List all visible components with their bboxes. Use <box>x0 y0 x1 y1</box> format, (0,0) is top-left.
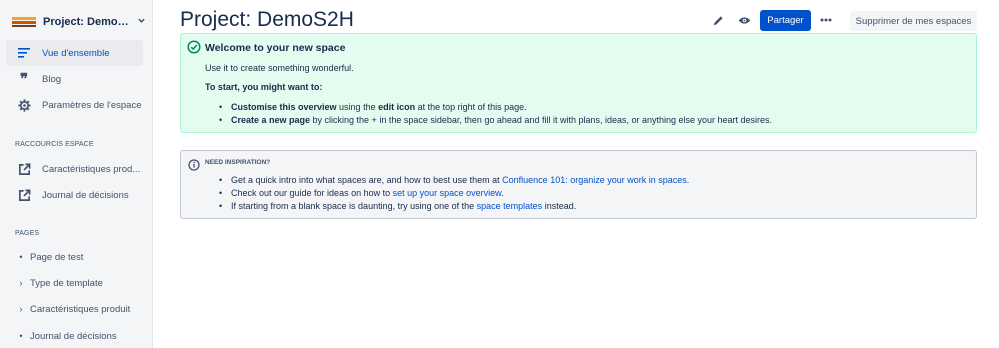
inline-text: . <box>501 188 504 198</box>
bullet-icon: • <box>19 252 23 262</box>
shortcuts-section-title: RACCOURCIS ESPACE <box>15 141 94 148</box>
remove-from-my-spaces-button[interactable]: Supprimer de mes espaces <box>850 11 977 31</box>
overview-icon <box>14 48 34 58</box>
page-tree-label: Page de test <box>30 251 84 263</box>
page-tree-label: Caractéristiques produit <box>30 303 131 315</box>
chevron-right-icon[interactable]: › <box>14 304 28 314</box>
welcome-panel: Welcome to your new space Use it to crea… <box>180 33 977 133</box>
sidebar-item-label: Blog <box>42 73 62 85</box>
space-templates-link[interactable]: space templates <box>477 201 543 211</box>
shortcut-item-label: Caractéristiques prod... <box>42 163 141 175</box>
inline-text: using the <box>336 102 379 112</box>
page-title: Project: DemoS2H <box>180 8 354 31</box>
info-icon <box>188 158 200 171</box>
sidebar-item-overview[interactable]: Vue d'ensemble <box>6 40 143 66</box>
start-heading: To start, you might want to: <box>205 82 323 92</box>
check-circle-icon <box>187 40 201 54</box>
inline-text: by clicking the + in the space sidebar, … <box>310 115 773 125</box>
shortcut-item-product-specs[interactable]: Caractéristiques prod... <box>6 156 143 182</box>
edit-pencil-icon[interactable] <box>709 12 727 28</box>
list-item: • Check out our guide for ideas on how to… <box>219 188 504 198</box>
inline-text: Check out our guide for ideas on how to <box>231 188 393 198</box>
confluence-101-link[interactable]: Confluence 101: organize your work in sp… <box>502 175 687 185</box>
page-tree-label: Type de template <box>30 277 103 289</box>
space-switcher[interactable]: Project: DemoS... <box>8 10 146 34</box>
welcome-text: Use it to create something wonderful. <box>205 63 354 73</box>
sidebar: Project: DemoS... Vue d'ensemble ❞ Blog … <box>0 0 153 348</box>
more-actions-icon[interactable] <box>817 12 835 28</box>
strong-text: Create a new page <box>231 115 311 125</box>
inspiration-panel: NEED INSPIRATION? • Get a quick intro int… <box>180 150 977 219</box>
external-link-icon <box>14 189 34 202</box>
inline-text: Get a quick intro into what spaces are, … <box>231 175 503 185</box>
page-tree-label: Journal de décisions <box>30 330 117 342</box>
sidebar-item-space-settings[interactable]: Paramètres de l'espace <box>6 92 143 118</box>
sidebar-item-label: Paramètres de l'espace <box>42 99 142 111</box>
page-tree-item[interactable]: • Page de test <box>6 247 143 267</box>
strong-text: edit icon <box>378 102 416 112</box>
space-name: Project: DemoS... <box>43 16 131 28</box>
setup-overview-link[interactable]: set up your space overview <box>393 188 502 198</box>
list-item: • Customise this overview using the edit … <box>219 102 527 112</box>
page-tree-item[interactable]: › Type de template <box>6 273 143 293</box>
list-item: • Create a new page by clicking the + in … <box>219 115 773 125</box>
share-button[interactable]: Partager <box>760 10 811 31</box>
quote-icon: ❞ <box>19 70 29 88</box>
chevron-down-icon[interactable] <box>137 16 146 28</box>
bullet-icon: • <box>19 331 23 341</box>
inline-text: If starting from a blank space is daunti… <box>231 201 477 211</box>
list-item: • If starting from a blank space is daunt… <box>219 201 577 211</box>
sidebar-item-blog[interactable]: ❞ Blog <box>6 66 143 92</box>
gear-icon <box>14 98 34 112</box>
watch-eye-icon[interactable] <box>735 12 753 28</box>
shortcut-item-label: Journal de décisions <box>42 189 129 201</box>
inline-text: at the top right of this page. <box>415 102 527 112</box>
page-tree-item[interactable]: › Caractéristiques produit <box>6 299 143 319</box>
inspiration-title: NEED INSPIRATION? <box>205 159 271 166</box>
inline-text: instead. <box>542 201 577 211</box>
chevron-right-icon[interactable]: › <box>14 278 28 288</box>
external-link-icon <box>14 163 34 176</box>
shortcut-item-decision-log[interactable]: Journal de décisions <box>6 182 143 208</box>
inline-text: . <box>686 175 690 185</box>
pages-section-title: PAGES <box>15 230 40 237</box>
sidebar-item-label: Vue d'ensemble <box>42 47 110 59</box>
welcome-title: Welcome to your new space <box>205 42 346 54</box>
strong-text: Customise this overview <box>231 102 337 112</box>
space-logo-icon <box>12 15 36 29</box>
list-item: • Get a quick intro into what spaces are,… <box>219 175 690 185</box>
page-tree-item[interactable]: • Journal de décisions <box>6 326 143 346</box>
